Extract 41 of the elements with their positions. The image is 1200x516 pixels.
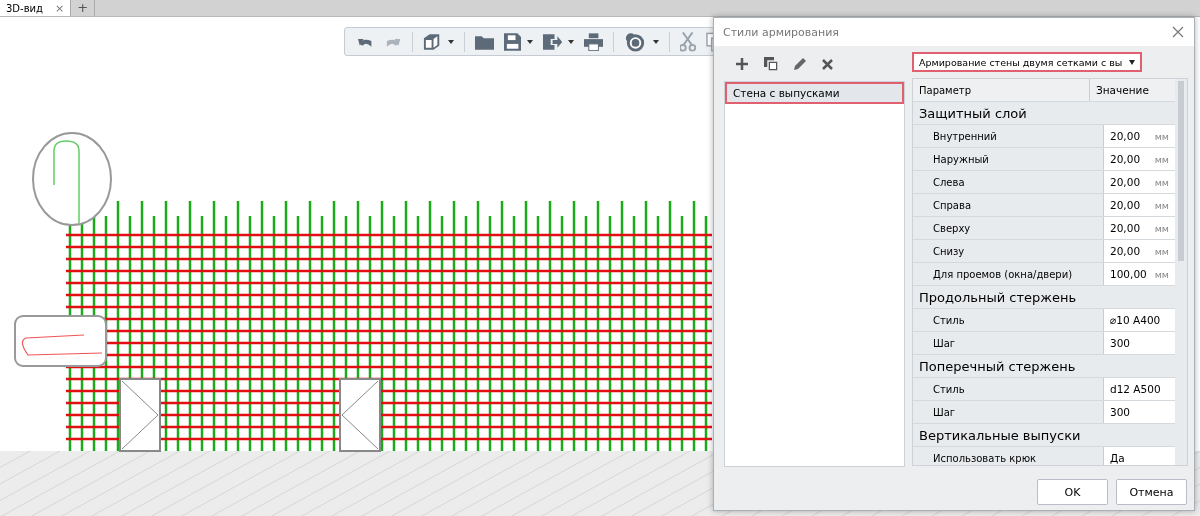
column-header: Значение [1090, 79, 1175, 101]
duplicate-icon[interactable] [764, 57, 778, 71]
style-list-item[interactable]: Стена с выпусками [725, 82, 904, 104]
value-field[interactable]: 20,00 [1110, 176, 1141, 188]
caret-icon[interactable] [447, 39, 454, 44]
value-field[interactable]: 100,00 [1110, 268, 1147, 280]
unit-label: мм [1154, 222, 1169, 234]
value-field[interactable]: 20,00 [1110, 153, 1141, 165]
pencil-icon[interactable] [794, 58, 806, 70]
close-icon[interactable] [1172, 26, 1184, 38]
value-field[interactable]: Да [1110, 452, 1125, 464]
value-field[interactable]: 20,00 [1110, 130, 1141, 142]
delete-icon[interactable] [822, 58, 833, 70]
value-field[interactable]: 20,00 [1110, 199, 1141, 211]
preset-dropdown[interactable]: Армирование стены двумя сетками с вы [912, 52, 1142, 72]
scrollbar[interactable] [1178, 81, 1184, 261]
column-header: Параметр [913, 79, 1090, 101]
save-icon[interactable] [503, 32, 522, 51]
unit-label: мм [1154, 199, 1169, 211]
printer-icon[interactable] [584, 32, 604, 51]
value-field[interactable]: 300 [1110, 337, 1131, 349]
export-icon[interactable] [543, 33, 563, 50]
view-tab[interactable]: 3D-вид × [0, 0, 72, 16]
unit-label: мм [1154, 130, 1169, 142]
caret-icon[interactable] [653, 39, 660, 44]
cancel-button[interactable]: Отмена [1116, 479, 1187, 505]
dialog-title: Стили армирования [723, 25, 839, 39]
unit-label: мм [1154, 268, 1169, 280]
ok-button[interactable]: OK [1037, 479, 1108, 505]
unit-label: мм [1154, 245, 1169, 257]
cube-icon[interactable] [422, 32, 442, 51]
value-field[interactable]: 20,00 [1110, 245, 1141, 257]
unit-label: мм [1154, 176, 1169, 188]
folder-icon[interactable] [474, 33, 494, 50]
close-icon[interactable]: × [55, 1, 65, 15]
unit-label: мм [1154, 153, 1169, 165]
caret-icon[interactable] [527, 39, 534, 44]
caret-icon[interactable] [568, 39, 575, 44]
plus-icon[interactable] [736, 58, 748, 70]
value-field[interactable]: 20,00 [1110, 222, 1141, 234]
value-field[interactable]: 300 [1110, 406, 1131, 418]
